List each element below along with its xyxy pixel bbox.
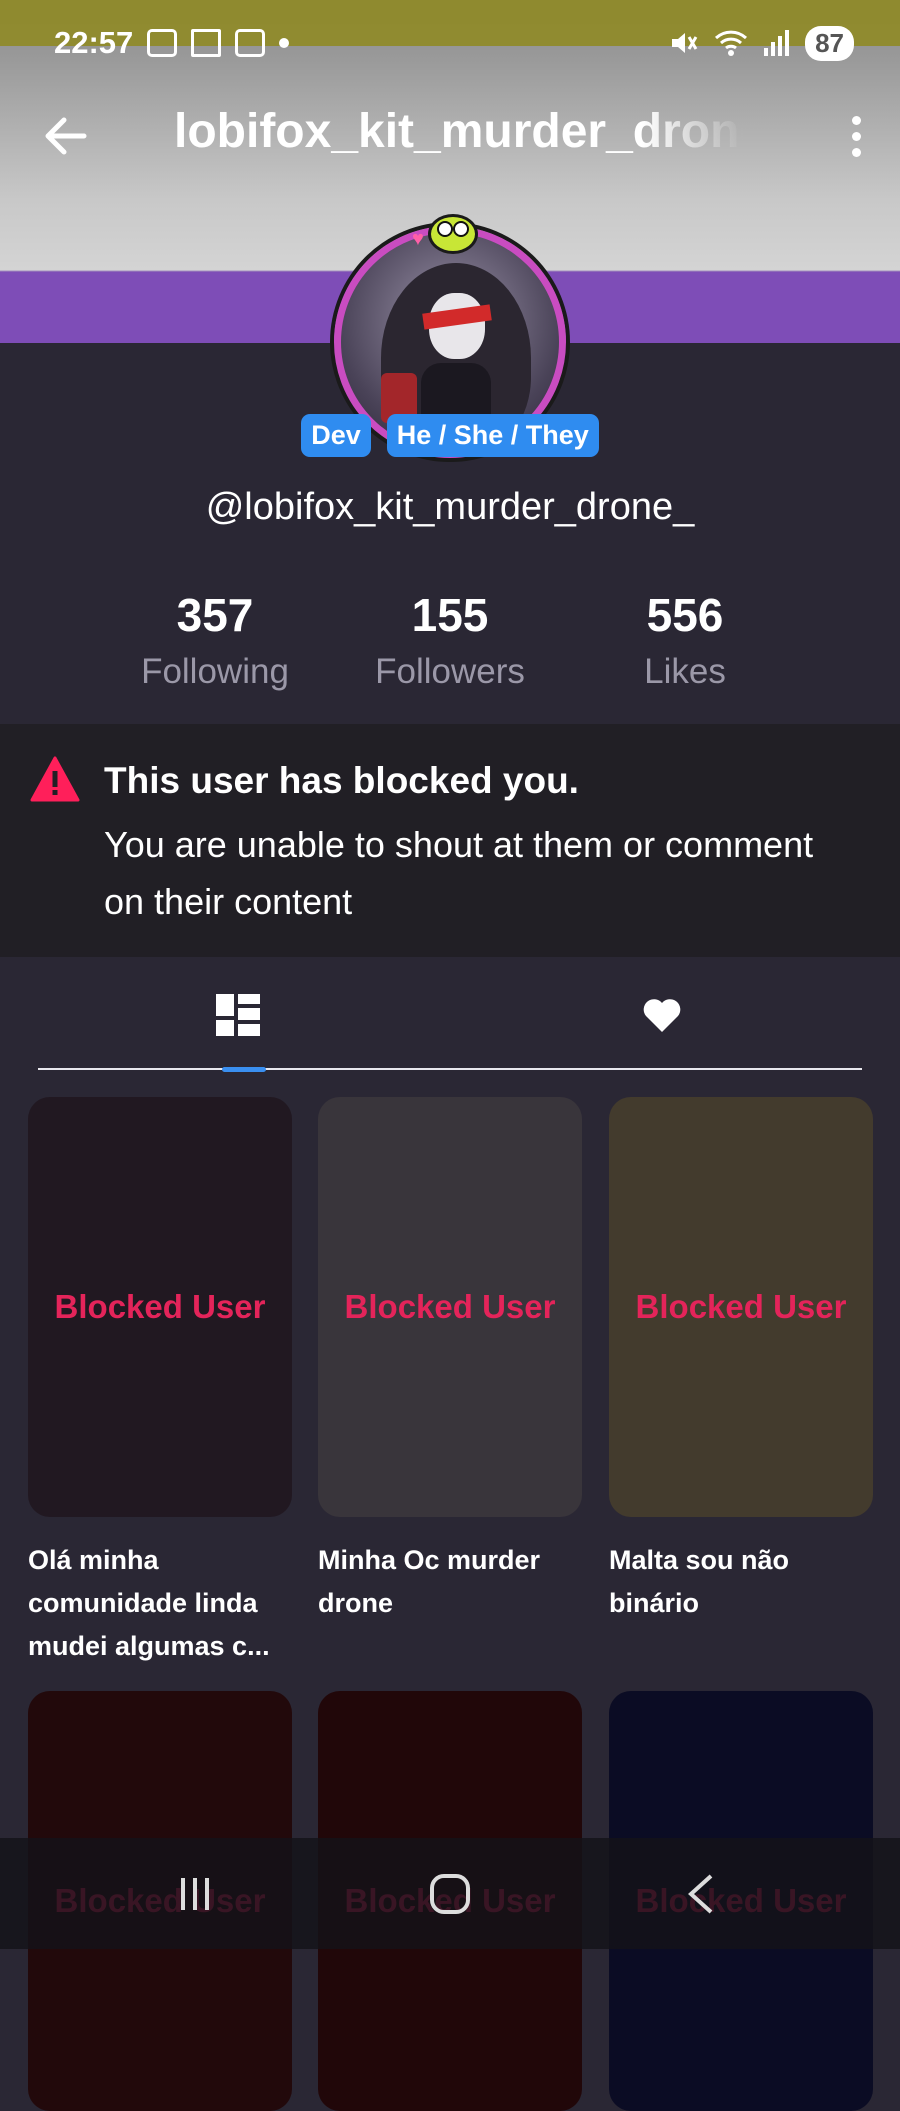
warning-triangle-icon [30,756,80,802]
wifi-icon [715,30,748,56]
post-card[interactable]: Blocked User Malta sou não binário [609,1097,873,1625]
heart-decoration-icon: ♥ [412,228,424,250]
recents-button[interactable] [120,1838,270,1949]
stat-label: Following [141,652,289,691]
stat-label: Followers [375,652,525,691]
stat-likes[interactable]: 556 Likes [585,588,785,692]
badge-dev: Dev [301,414,371,457]
status-time: 22:57 [54,25,134,60]
grid-icon [216,994,260,1036]
profile-handle: @lobifox_kit_murder_drone_ [205,486,695,528]
badge-pronouns: He / She / They [386,414,599,457]
stat-following[interactable]: 357 Following [115,588,315,692]
active-tab-indicator [222,1067,266,1072]
mute-icon [672,33,698,53]
profile-badges: Dev He / She / They [0,414,900,457]
more-options-button[interactable] [838,110,874,162]
twitch-icon [235,29,266,57]
profile-tabs [38,960,862,1072]
recents-icon [181,1877,209,1910]
capcut-icon [191,29,222,57]
stat-followers[interactable]: 155 Followers [350,588,550,692]
signal-icon [764,30,790,56]
arrow-left-icon [45,117,87,155]
post-card[interactable]: Blocked User Olá minha comunidade linda … [28,1097,292,1668]
stat-value: 155 [411,589,489,641]
post-thumbnail: Blocked User [318,1097,582,1517]
post-caption: Olá minha comunidade linda mudei algumas… [28,1545,270,1661]
back-chevron-icon [688,1874,713,1913]
blocked-title: This user has blocked you. [104,760,579,801]
post-thumbnail: Blocked User [28,1097,292,1517]
tab-liked[interactable] [462,960,862,1070]
post-card[interactable]: Blocked User Minha Oc murder drone [318,1097,582,1625]
blocked-message: You are unable to shout at them or comme… [104,824,814,922]
profile-stats: 357 Following 155 Followers 556 Likes [0,588,900,708]
back-button[interactable] [40,110,92,162]
top-app-bar: lobifox_kit_murder_drone_ [0,86,900,186]
post-caption: Malta sou não binário [609,1545,790,1618]
heart-icon [643,999,681,1032]
system-nav-bar [0,1838,900,1949]
notification-dot-icon [279,38,290,48]
stat-value: 556 [646,589,724,641]
home-button[interactable] [375,1838,525,1949]
page-title: lobifox_kit_murder_drone_ [174,105,744,158]
blocked-notice: This user has blocked you. You are unabl… [0,724,900,957]
tab-posts[interactable] [38,960,438,1070]
stat-label: Likes [644,652,726,691]
nav-back-button[interactable] [625,1838,775,1949]
home-icon [430,1873,470,1914]
more-vert-icon [851,115,861,125]
screenshot-icon [147,29,178,57]
frog-frame-icon [428,214,478,254]
stat-value: 357 [176,589,254,641]
battery-indicator: 87 [805,25,854,61]
post-caption: Minha Oc murder drone [318,1545,541,1618]
post-thumbnail: Blocked User [609,1097,873,1517]
status-bar: 22:57 87 [0,0,900,86]
